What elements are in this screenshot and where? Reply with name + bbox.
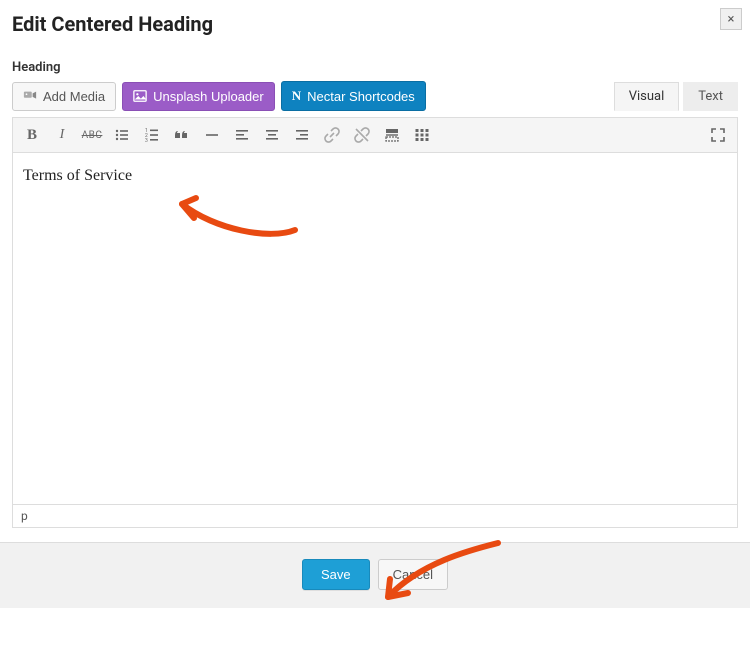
- field-label-heading: Heading: [0, 44, 750, 81]
- unlink-button[interactable]: [349, 122, 375, 148]
- insert-more-button[interactable]: [379, 122, 405, 148]
- editor-mode-tabs: Visual Text: [614, 82, 738, 111]
- add-media-label: Add Media: [43, 89, 105, 104]
- svg-text:3: 3: [145, 138, 148, 143]
- cancel-button[interactable]: Cancel: [378, 559, 448, 590]
- nectar-n-icon: N: [292, 88, 301, 104]
- unordered-list-button[interactable]: [109, 122, 135, 148]
- editor-toolbar: B I ABC 123: [12, 117, 738, 153]
- modal-footer: Save Cancel: [0, 542, 750, 608]
- image-frame-icon: [133, 89, 147, 103]
- fullscreen-button[interactable]: [705, 122, 731, 148]
- bold-button[interactable]: B: [19, 122, 45, 148]
- unsplash-label: Unsplash Uploader: [153, 89, 264, 104]
- align-right-button[interactable]: [289, 122, 315, 148]
- element-path[interactable]: p: [21, 509, 28, 523]
- editor-content-area[interactable]: Terms of Service: [12, 153, 738, 505]
- tab-text[interactable]: Text: [683, 82, 738, 111]
- add-media-button[interactable]: Add Media: [12, 82, 116, 111]
- link-button[interactable]: [319, 122, 345, 148]
- nectar-shortcodes-button[interactable]: N Nectar Shortcodes: [281, 81, 426, 111]
- close-button[interactable]: ×: [720, 8, 742, 30]
- align-center-button[interactable]: [259, 122, 285, 148]
- ordered-list-button[interactable]: 123: [139, 122, 165, 148]
- strikethrough-button[interactable]: ABC: [79, 122, 105, 148]
- nectar-label: Nectar Shortcodes: [307, 89, 415, 104]
- element-path-bar: p: [12, 505, 738, 528]
- italic-button[interactable]: I: [49, 122, 75, 148]
- horizontal-rule-button[interactable]: [199, 122, 225, 148]
- editor-text: Terms of Service: [23, 167, 132, 184]
- align-left-button[interactable]: [229, 122, 255, 148]
- save-button[interactable]: Save: [302, 559, 370, 590]
- toolbar-toggle-button[interactable]: [409, 122, 435, 148]
- media-buttons-row: Add Media Unsplash Uploader N Nectar Sho…: [0, 81, 750, 117]
- unsplash-uploader-button[interactable]: Unsplash Uploader: [122, 82, 275, 111]
- tab-visual[interactable]: Visual: [614, 82, 680, 111]
- blockquote-button[interactable]: [169, 122, 195, 148]
- camera-music-icon: [23, 89, 37, 103]
- modal-title: Edit Centered Heading: [0, 0, 750, 44]
